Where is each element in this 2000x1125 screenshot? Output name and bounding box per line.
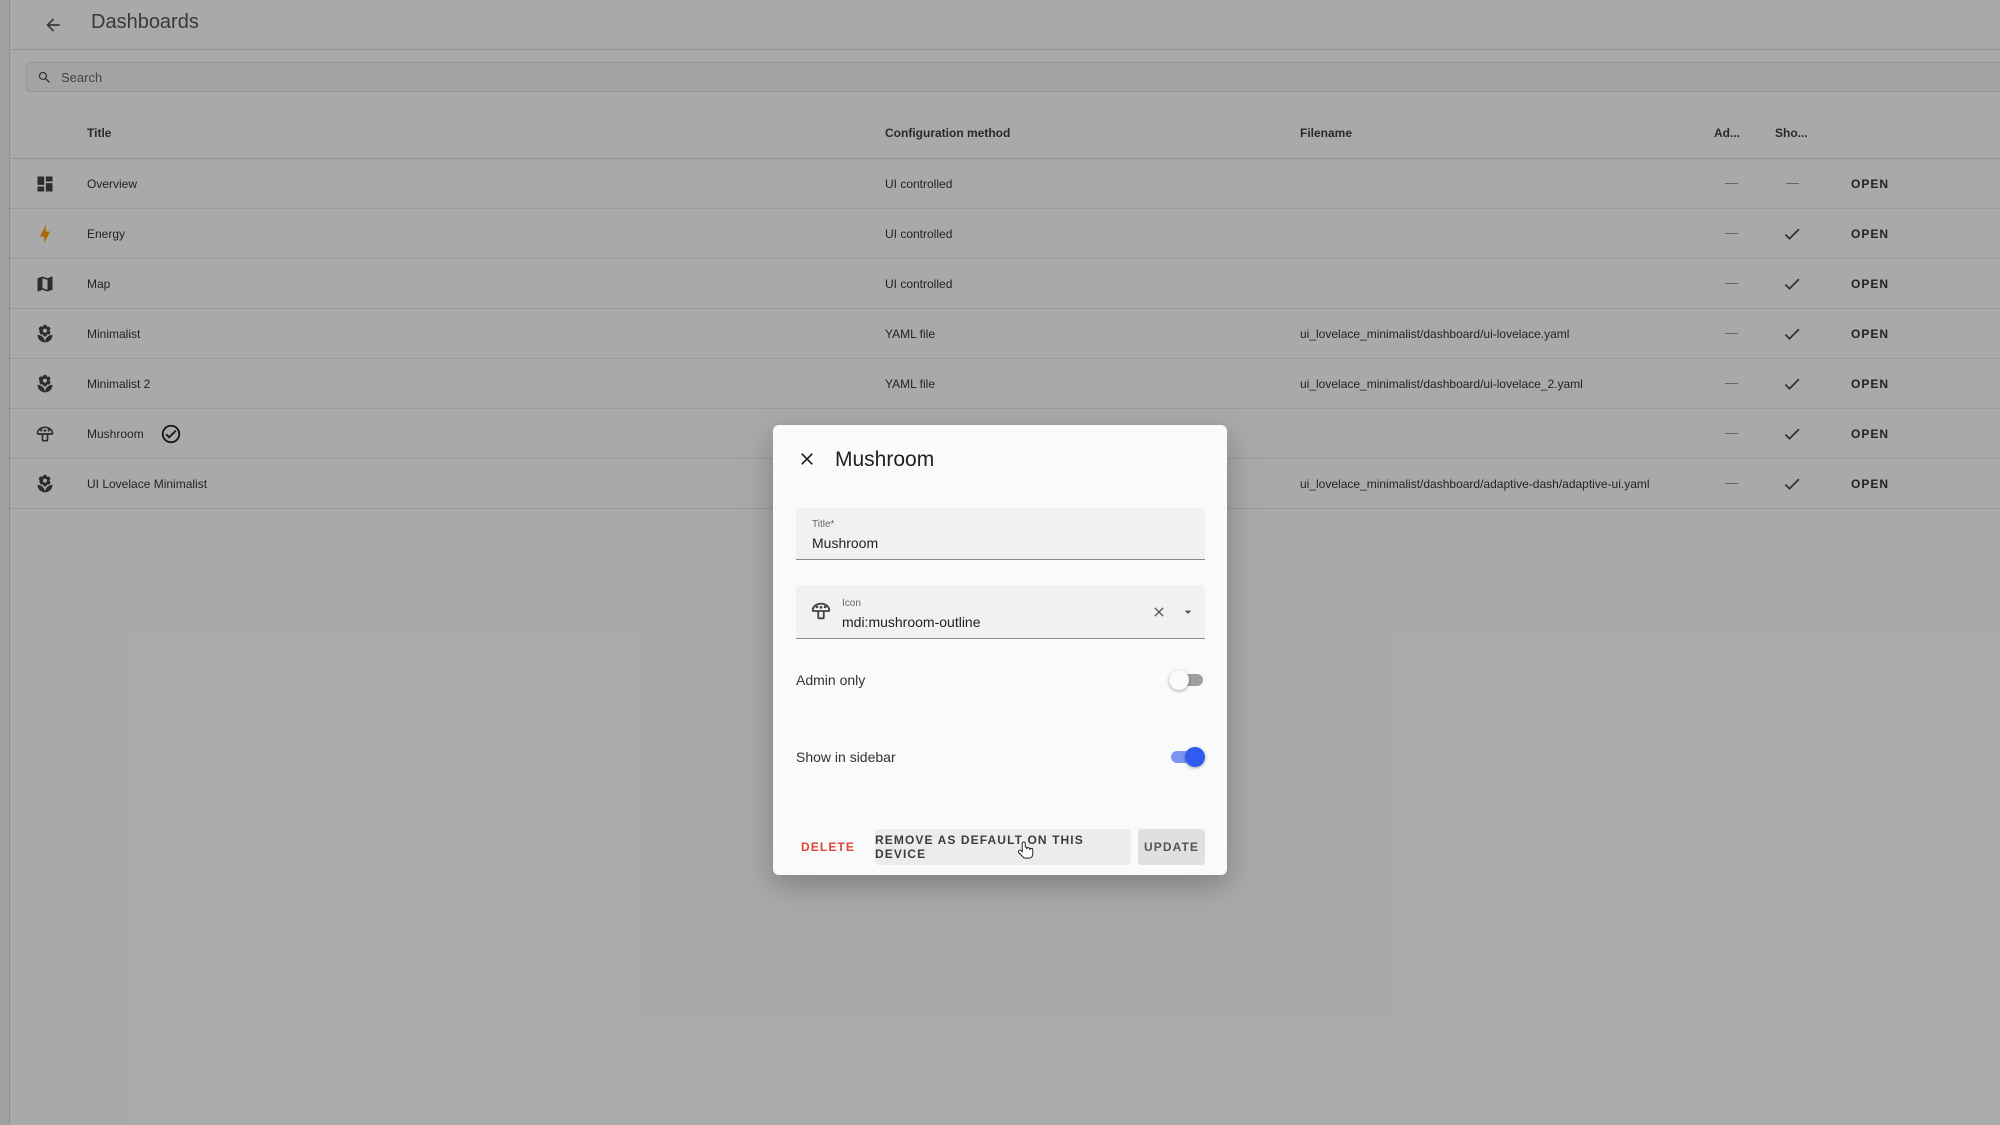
- show-in-sidebar-label: Show in sidebar: [796, 749, 896, 765]
- dialog-title: Mushroom: [835, 448, 935, 471]
- mushroom-outline-icon: [811, 602, 831, 620]
- delete-button[interactable]: DELETE: [796, 829, 860, 865]
- admin-only-label: Admin only: [796, 672, 866, 688]
- title-field-value[interactable]: Mushroom: [812, 535, 878, 551]
- icon-field-label: Icon: [842, 598, 861, 609]
- clear-icon[interactable]: [1151, 604, 1167, 620]
- admin-only-row: Admin only: [796, 665, 1205, 695]
- icon-picker-field[interactable]: Icon mdi:mushroom-outline: [796, 585, 1205, 639]
- title-field[interactable]: Title* Mushroom: [796, 508, 1205, 560]
- update-button[interactable]: UPDATE: [1138, 829, 1205, 865]
- show-in-sidebar-row: Show in sidebar: [796, 742, 1205, 772]
- switch-thumb: [1185, 747, 1205, 767]
- remove-default-button[interactable]: REMOVE AS DEFAULT ON THIS DEVICE: [875, 829, 1131, 865]
- show-in-sidebar-switch[interactable]: [1169, 747, 1205, 767]
- close-icon: [801, 453, 813, 465]
- hand-pointer-icon: [1018, 841, 1034, 859]
- admin-only-switch[interactable]: [1169, 670, 1205, 690]
- chevron-down-icon[interactable]: [1180, 604, 1196, 620]
- switch-thumb: [1169, 670, 1189, 690]
- title-field-label: Title*: [812, 519, 835, 530]
- close-button[interactable]: [795, 447, 819, 471]
- dialog-actions: DELETE REMOVE AS DEFAULT ON THIS DEVICE …: [773, 829, 1227, 865]
- icon-field-value[interactable]: mdi:mushroom-outline: [842, 614, 981, 630]
- dashboard-detail-dialog: Mushroom Title* Mushroom Icon mdi:mushro…: [773, 425, 1227, 875]
